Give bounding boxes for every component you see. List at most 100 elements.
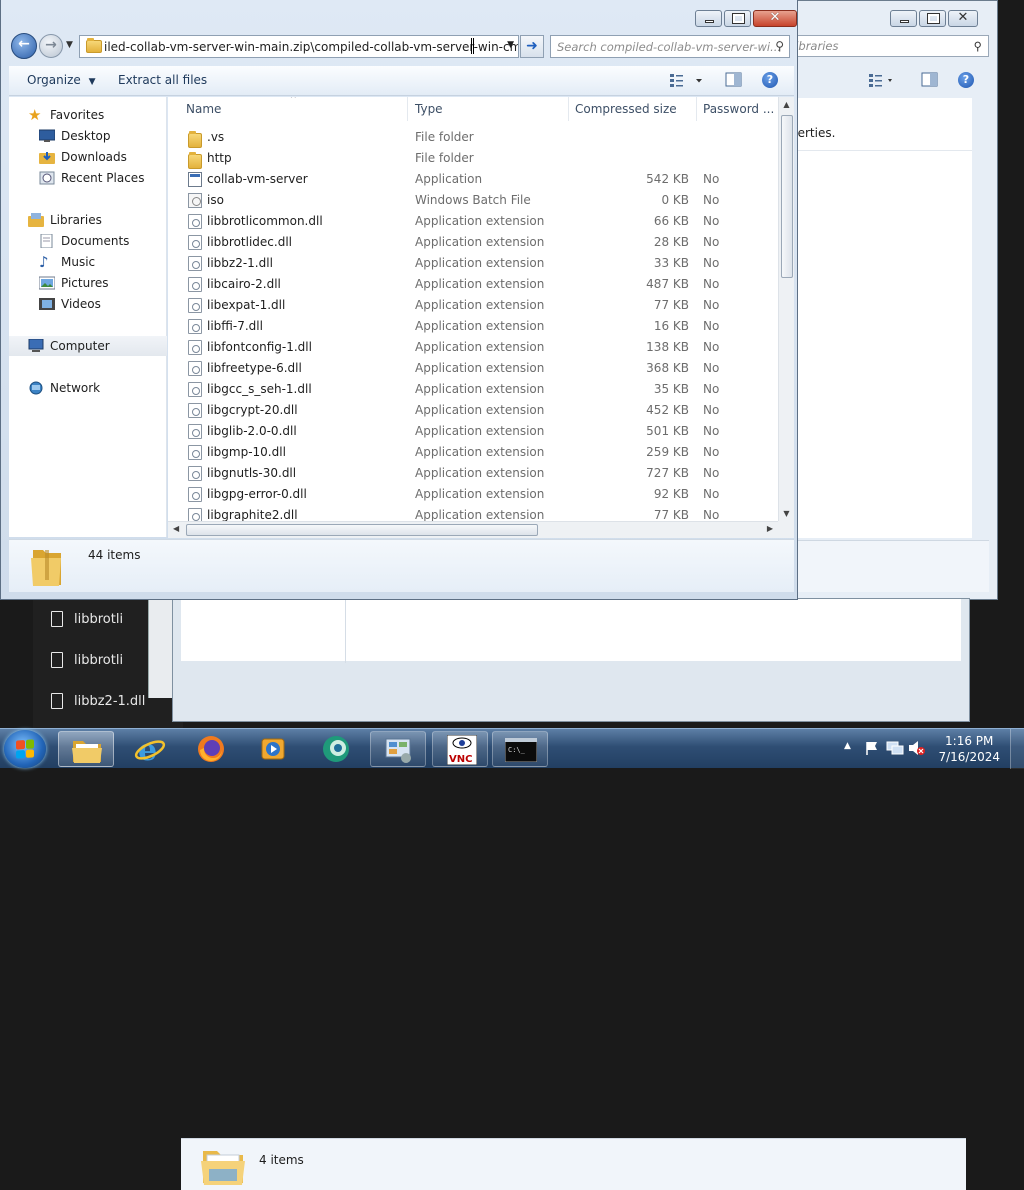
file-type: File folder: [415, 151, 474, 165]
nav-downloads[interactable]: Downloads: [9, 147, 167, 167]
file-name: libfreetype-6.dll: [207, 361, 302, 375]
extract-all-files-button[interactable]: Extract all files: [118, 73, 207, 87]
nav-libraries[interactable]: Libraries: [9, 210, 167, 230]
file-name: libffi-7.dll: [207, 319, 263, 333]
scroll-right-icon[interactable]: ▶: [767, 524, 773, 533]
maximize-icon: [732, 13, 745, 24]
horizontal-scrollbar[interactable]: ◀ ▶: [168, 521, 778, 538]
table-row[interactable]: libgcrypt-20.dll Application extension 452…: [168, 400, 778, 421]
go-button[interactable]: ➜: [520, 35, 544, 58]
table-row[interactable]: libffi-7.dll Application extension 16 KB No: [168, 316, 778, 337]
minimize-button[interactable]: [695, 10, 722, 27]
column-header-name[interactable]: Name ^: [168, 97, 408, 121]
taskbar-internet-explorer[interactable]: e: [122, 731, 178, 767]
green-app-icon: [323, 736, 349, 762]
dll-file-icon: [188, 214, 202, 229]
help-icon[interactable]: ?: [762, 72, 778, 88]
taskbar-firefox[interactable]: [184, 731, 240, 767]
file-password: No: [703, 487, 720, 501]
table-row[interactable]: libgcc_s_seh-1.dll Application extension 3…: [168, 379, 778, 400]
nav-documents[interactable]: Documents: [9, 231, 167, 251]
table-row[interactable]: libbrotlicommon.dll Application extension…: [168, 211, 778, 232]
nav-desktop[interactable]: Desktop: [9, 126, 167, 146]
close-button[interactable]: ✕: [948, 10, 978, 27]
libraries-search-input[interactable]: libraries ⚲: [787, 35, 989, 57]
show-hidden-icons-icon[interactable]: ▲: [844, 741, 851, 751]
address-bar[interactable]: iled-collab-vm-server-win-main.zip\compi…: [79, 35, 519, 58]
file-name: libexpat-1.dll: [207, 298, 286, 312]
table-row[interactable]: libfreetype-6.dll Application extension 36…: [168, 358, 778, 379]
maximize-button[interactable]: [919, 10, 946, 27]
table-row[interactable]: libbz2-1.dll Application extension 33 KB No: [168, 253, 778, 274]
table-row[interactable]: libcairo-2.dll Application extension 487 K…: [168, 274, 778, 295]
column-header-password[interactable]: Password ...: [698, 97, 778, 121]
taskbar-vnc-viewer[interactable]: VNC: [432, 731, 488, 767]
file-size: 77 KB: [653, 298, 689, 312]
organize-button[interactable]: Organize ▼: [27, 73, 96, 87]
taskbar-media-player[interactable]: [246, 731, 302, 767]
taskbar-command-prompt[interactable]: C:\_: [492, 731, 548, 767]
network-status-icon[interactable]: [886, 740, 904, 756]
action-center-flag-icon[interactable]: [864, 740, 880, 756]
file-size: 452 KB: [646, 403, 689, 417]
table-row[interactable]: libexpat-1.dll Application extension 77 KB…: [168, 295, 778, 316]
table-row[interactable]: libgnutls-30.dll Application extension 727…: [168, 463, 778, 484]
nav-favorites[interactable]: ★ Favorites: [9, 105, 167, 125]
arrow-right-icon: ➜: [526, 38, 538, 54]
text-cursor-icon: [471, 38, 474, 54]
zip-explorer-window[interactable]: ✕ ← → ▼ iled-collab-vm-server-win-main.z…: [0, 0, 798, 600]
nav-music[interactable]: ♪ Music: [9, 252, 167, 272]
table-row[interactable]: libglib-2.0-0.dll Application extension 50…: [168, 421, 778, 442]
column-header-compressed-size[interactable]: Compressed size: [570, 97, 697, 121]
nav-computer[interactable]: Computer: [9, 336, 167, 356]
scroll-up-icon[interactable]: ▲: [779, 100, 794, 109]
scroll-thumb[interactable]: [781, 115, 793, 278]
scroll-thumb[interactable]: [186, 524, 538, 536]
dll-file-icon: [188, 340, 202, 355]
column-header-type[interactable]: Type: [409, 97, 569, 121]
table-row[interactable]: libbrotlidec.dll Application extension 28 …: [168, 232, 778, 253]
scroll-left-icon[interactable]: ◀: [173, 524, 179, 533]
table-row[interactable]: libgpg-error-0.dll Application extension 9…: [168, 484, 778, 505]
table-row[interactable]: collab-vm-server Application 542 KB No: [168, 169, 778, 190]
maximize-button[interactable]: [724, 10, 751, 27]
taskbar-app-green[interactable]: [308, 731, 364, 767]
close-button[interactable]: ✕: [753, 10, 797, 27]
file-size: 727 KB: [646, 466, 689, 480]
nav-videos[interactable]: Videos: [9, 294, 167, 314]
table-row[interactable]: iso Windows Batch File 0 KB No: [168, 190, 778, 211]
chevron-down-icon[interactable]: ▼: [507, 40, 514, 50]
chevron-down-icon: ▼: [88, 77, 96, 87]
view-options-icon[interactable]: [669, 72, 707, 88]
vertical-scrollbar[interactable]: ▲ ▼: [778, 97, 794, 521]
show-desktop-button[interactable]: [1010, 729, 1024, 769]
preview-pane-icon[interactable]: [725, 72, 743, 88]
table-row[interactable]: libgmp-10.dll Application extension 259 KB…: [168, 442, 778, 463]
back-button[interactable]: ←: [11, 33, 37, 59]
table-row[interactable]: .vs File folder: [168, 127, 778, 148]
view-options-icon[interactable]: [868, 72, 896, 88]
file-name: libgnutls-30.dll: [207, 466, 297, 480]
volume-muted-icon[interactable]: [908, 740, 926, 756]
nav-pictures[interactable]: Pictures: [9, 273, 167, 293]
nav-recent-places[interactable]: Recent Places: [9, 168, 167, 188]
recent-pages-dropdown[interactable]: ▼: [66, 40, 73, 50]
table-row[interactable]: libgraphite2.dll Application extension 77 …: [168, 505, 778, 521]
forward-button[interactable]: →: [39, 34, 63, 58]
search-input[interactable]: Search compiled-collab-vm-server-wi... ⚲: [550, 35, 790, 58]
dll-file-icon: [188, 466, 202, 481]
clock[interactable]: 1:16 PM 7/16/2024: [938, 733, 1000, 765]
arrow-left-icon: ←: [18, 36, 30, 52]
nav-network[interactable]: Network: [9, 378, 167, 398]
taskbar-control-panel[interactable]: [370, 731, 426, 767]
preview-pane-icon[interactable]: [921, 72, 939, 88]
help-icon[interactable]: ?: [958, 72, 974, 88]
taskbar-windows-explorer[interactable]: [58, 731, 114, 767]
scroll-down-icon[interactable]: ▼: [779, 509, 794, 518]
file-type: Application extension: [415, 319, 545, 333]
table-row[interactable]: http File folder: [168, 148, 778, 169]
table-row[interactable]: libfontconfig-1.dll Application extension…: [168, 337, 778, 358]
start-button[interactable]: [4, 730, 46, 768]
minimize-button[interactable]: [890, 10, 917, 27]
file-password: No: [703, 403, 720, 417]
